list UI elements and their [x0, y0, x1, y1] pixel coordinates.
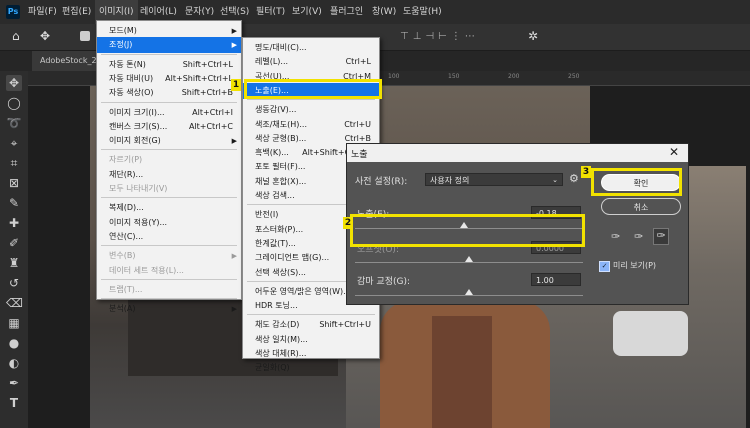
image-menu-item[interactable]: 연산(C)...: [97, 229, 241, 245]
chevron-right-icon: ▶: [231, 305, 237, 314]
ruler-tick: 100: [388, 73, 400, 80]
eyedropper-tool-icon[interactable]: ✎: [6, 195, 22, 211]
highlight-exposure-menu-item: [244, 79, 382, 99]
dialog-title: 노출: [351, 150, 368, 160]
image-menu-item-label: 데이터 세트 적용(L)...: [109, 265, 184, 275]
gear-icon[interactable]: ✲: [528, 29, 538, 43]
image-menu-item[interactable]: 이미지 회전(G) ▶: [97, 133, 241, 149]
move-tool-icon[interactable]: ✥: [6, 75, 22, 91]
crop-tool-icon[interactable]: ⌗: [6, 155, 22, 171]
image-menu-item-label: 모두 나타내기(V): [109, 184, 168, 193]
frame-tool-icon[interactable]: ⊠: [6, 175, 22, 191]
image-menu-item[interactable]: 자동 색상(O) Shift+Ctrl+B: [97, 85, 241, 101]
highlight-ok-button: [591, 168, 682, 196]
ruler-tick: 150: [448, 73, 460, 80]
menu-view[interactable]: 보기(V): [292, 0, 322, 24]
gradient-tool-icon[interactable]: ▦: [6, 315, 22, 331]
photo-person-vest-front: [432, 316, 492, 428]
adjust-menu-item-label: 균일화(Q): [255, 363, 290, 373]
dialog-title-bar: 노출 ✕: [347, 144, 688, 162]
photo-car: [613, 311, 688, 356]
callout-1: 1: [231, 79, 241, 91]
gamma-slider-thumb[interactable]: [465, 289, 473, 295]
adjust-menu-item-label: 색상 검색...: [255, 191, 295, 200]
close-icon[interactable]: ✕: [669, 145, 679, 159]
adjust-menu-item-label: HDR 토닝...: [255, 301, 298, 311]
history-brush-tool-icon[interactable]: ↺: [6, 275, 22, 291]
healing-brush-tool-icon[interactable]: ✚: [6, 215, 22, 231]
menu-separator: [101, 245, 237, 247]
type-tool-icon[interactable]: T: [6, 395, 22, 411]
image-menu-item: 트랩(T)...: [97, 282, 241, 298]
image-menu: 모드(M) ▶ 조정(J) ▶ 자동 톤(N) Shift+Ctrl+L 자동 대비(U) A…: [96, 20, 242, 313]
tools-panel: ✥ ◯ ➰ ⌖ ⌗ ⊠ ✎ ✚ ✐ ♜ ↺ ⌫ ▦ ● ◐ ✒ T: [0, 71, 29, 428]
adjust-menu-item-label: 선택 색상(S)...: [255, 267, 306, 277]
home-icon[interactable]: ⌂: [12, 29, 20, 43]
menu-help[interactable]: 도움말(H): [403, 0, 442, 24]
menu-separator: [101, 278, 237, 280]
dodge-tool-icon[interactable]: ◐: [6, 355, 22, 371]
ruler-tick: 250: [568, 73, 580, 80]
gamma-input[interactable]: 1.00: [531, 273, 581, 286]
menu-separator: [101, 149, 237, 151]
callout-3: 3: [581, 166, 591, 178]
lasso-tool-icon[interactable]: ➰: [6, 115, 22, 131]
image-menu-item-label: 조정(J): [109, 40, 133, 50]
brush-tool-icon[interactable]: ✐: [6, 235, 22, 251]
highlight-exposure-slider: [350, 214, 585, 247]
offset-slider-track[interactable]: [355, 262, 583, 263]
image-menu-item: 데이터 세트 적용(L)...: [97, 263, 241, 279]
menu-separator: [101, 298, 237, 300]
menu-separator: [101, 197, 237, 199]
preview-checkbox[interactable]: ✓: [599, 261, 610, 272]
menu-window[interactable]: 창(W): [372, 0, 396, 24]
white-point-eyedropper-icon[interactable]: ✑: [653, 228, 669, 245]
image-menu-item-shortcut: Shift+Ctrl+B: [181, 88, 233, 98]
quick-select-tool-icon[interactable]: ⌖: [6, 135, 22, 151]
image-menu-item-label: 이미지 회전(G): [109, 136, 161, 146]
chevron-down-icon: ⌄: [552, 176, 558, 184]
gray-point-eyedropper-icon[interactable]: ✑: [634, 230, 643, 243]
pen-tool-icon[interactable]: ✒: [6, 375, 22, 391]
gear-icon[interactable]: ⚙: [569, 172, 579, 185]
gamma-slider-track[interactable]: [355, 295, 583, 296]
preset-value: 사용자 정의: [430, 176, 470, 185]
preview-label: 미리 보기(P): [613, 261, 657, 270]
preset-label: 사전 설정(R):: [355, 177, 408, 187]
cancel-button[interactable]: 취소: [601, 198, 681, 215]
blur-tool-icon[interactable]: ●: [6, 335, 22, 351]
chevron-right-icon: ▶: [231, 41, 237, 50]
image-menu-item[interactable]: 조정(J) ▶: [97, 37, 241, 54]
menu-separator: [247, 314, 375, 316]
adjust-menu-item[interactable]: 균일화(Q): [243, 360, 379, 376]
gamma-label: 감마 교정(G):: [357, 277, 411, 287]
image-menu-item-label: 연산(C)...: [109, 231, 144, 241]
image-menu-item: 모두 나타내기(V): [97, 181, 241, 197]
photoshop-logo-icon: Ps: [6, 5, 20, 19]
menu-separator: [247, 99, 375, 101]
black-point-eyedropper-icon[interactable]: ✑: [611, 230, 620, 243]
menu-separator: [101, 53, 237, 55]
menu-plugins[interactable]: 플러그인: [330, 0, 363, 24]
align-icons[interactable]: ⊤⊥⊣⊢⋮⋯: [400, 31, 479, 42]
preset-select[interactable]: 사용자 정의 ⌄: [425, 173, 563, 186]
clone-stamp-tool-icon[interactable]: ♜: [6, 255, 22, 271]
ruler-tick: 200: [508, 73, 520, 80]
menu-edit[interactable]: 편집(E): [62, 0, 91, 24]
image-menu-item-label: 트랩(T)...: [109, 284, 143, 294]
menu-separator: [101, 101, 237, 103]
menu-filter[interactable]: 필터(T): [256, 0, 285, 24]
menu-file[interactable]: 파일(F): [28, 0, 57, 24]
image-menu-item[interactable]: 분석(A) ▶: [97, 301, 241, 317]
auto-select-checkbox[interactable]: [80, 31, 90, 41]
offset-slider-thumb[interactable]: [465, 256, 473, 262]
chevron-right-icon: ▶: [231, 137, 237, 146]
callout-2: 2: [343, 217, 353, 229]
marquee-tool-icon[interactable]: ◯: [6, 95, 22, 111]
image-menu-item-label: 분석(A): [109, 304, 136, 314]
document-tab[interactable]: AdobeStock_2: [32, 51, 105, 71]
eraser-tool-icon[interactable]: ⌫: [6, 295, 23, 311]
image-menu-item-label: 자동 색상(O): [109, 88, 154, 98]
move-tool-icon[interactable]: ✥: [40, 29, 50, 43]
